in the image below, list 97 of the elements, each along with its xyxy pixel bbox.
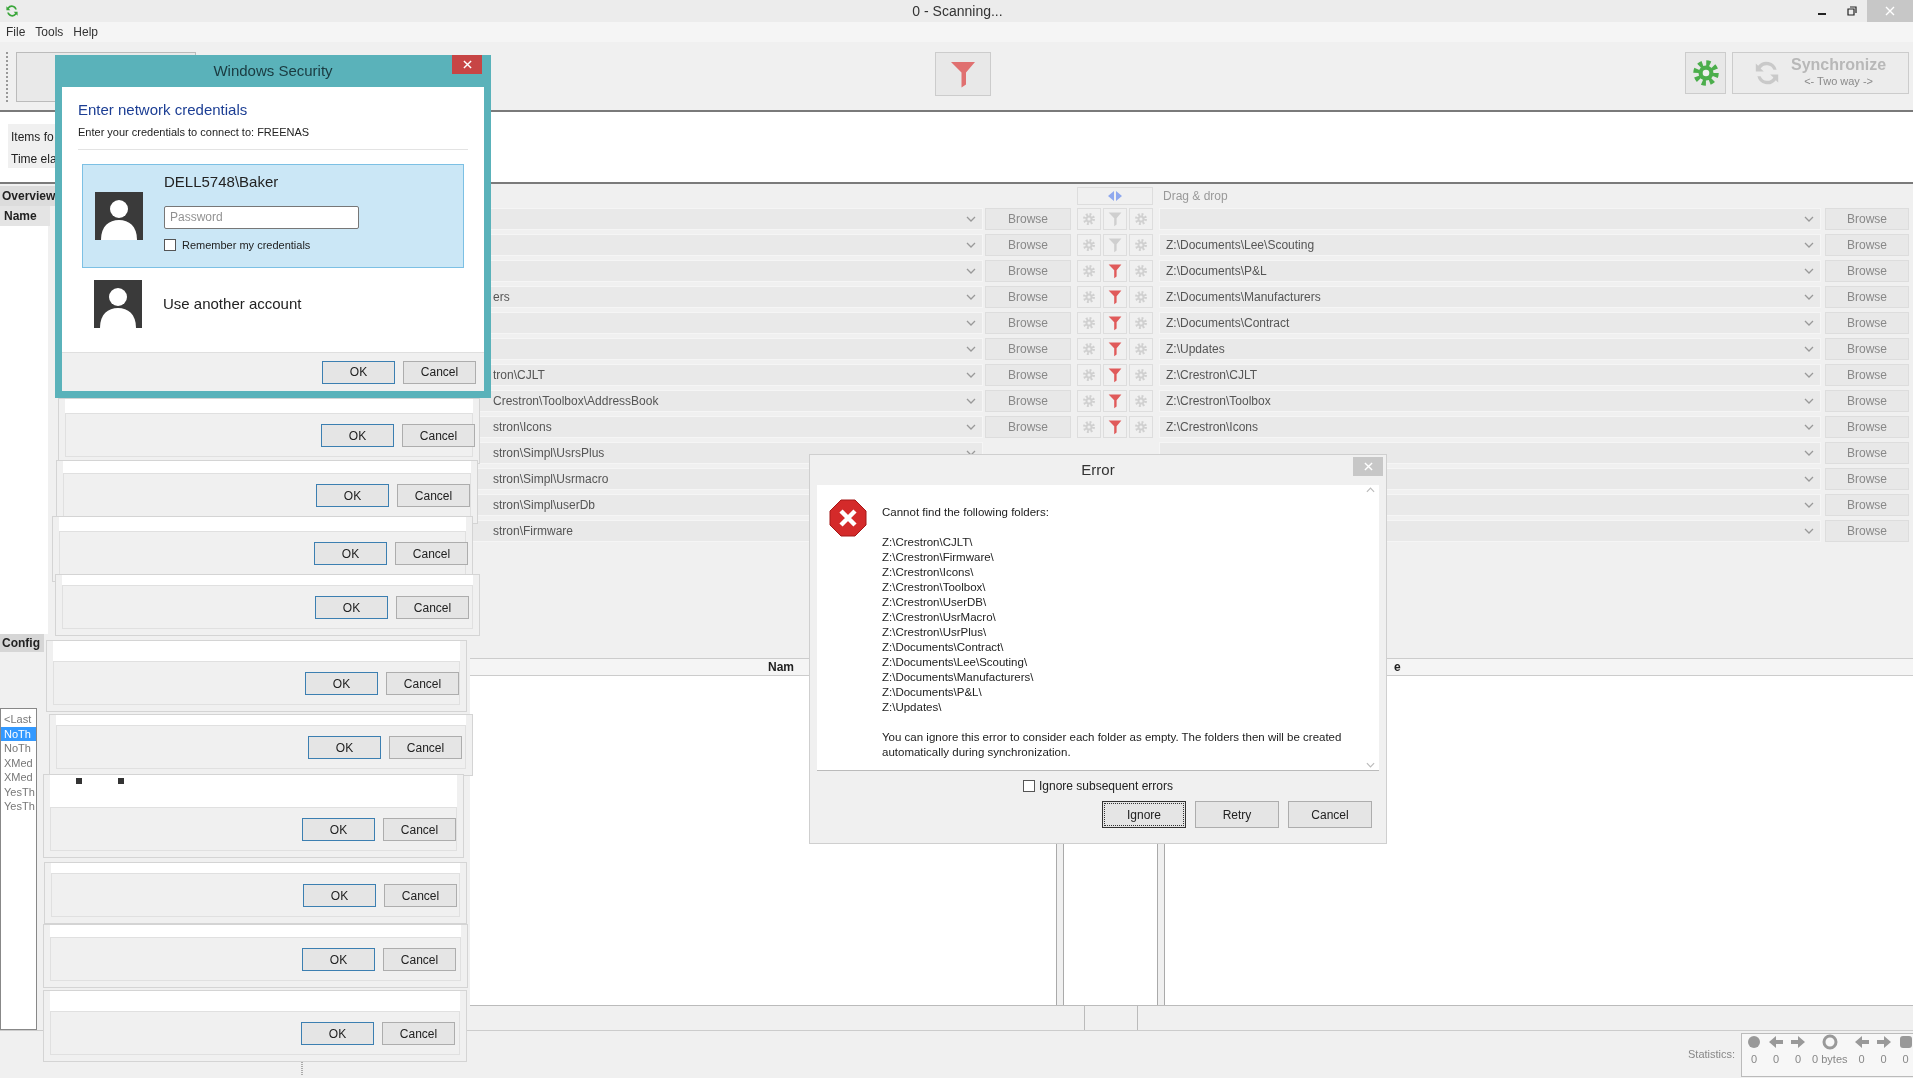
ok-button[interactable]: OK bbox=[303, 884, 376, 907]
path-text: Z:\Documents\Contract bbox=[1166, 315, 1290, 332]
dialog-subtitle: Enter your credentials to connect to: FREENAS bbox=[78, 123, 468, 150]
path-text: Z:\Documents\P&L bbox=[1166, 263, 1267, 280]
items-label: Items fo bbox=[11, 129, 55, 146]
statistic-count: 0 bbox=[1858, 1051, 1865, 1067]
ok-button[interactable]: OK bbox=[301, 1022, 374, 1045]
ok-button[interactable]: OK bbox=[314, 542, 387, 565]
overview-tab[interactable]: Overview bbox=[0, 186, 58, 206]
config-item[interactable]: <Last bbox=[1, 712, 36, 727]
account-tile[interactable]: Use another account bbox=[82, 278, 464, 330]
statistic-count: 0 bbox=[1773, 1051, 1780, 1067]
folder-path: Z:\Documents\Manufacturers\ bbox=[882, 670, 1035, 685]
cancel-button[interactable]: Cancel bbox=[397, 484, 470, 507]
folder-path-field[interactable]: Z:\Documents\Contract bbox=[1159, 312, 1821, 334]
path-text: Z:\Updates bbox=[1166, 341, 1225, 358]
menu-item[interactable]: Tools bbox=[35, 23, 64, 41]
ok-button[interactable]: OK bbox=[316, 484, 389, 507]
statistics-label: Statistics: bbox=[1688, 1047, 1736, 1063]
ok-button[interactable]: OK bbox=[322, 360, 395, 384]
path-text: stron\Icons bbox=[493, 419, 552, 436]
statistic-count: 0 bytes bbox=[1812, 1051, 1848, 1067]
drag-drop-label: Drag & drop bbox=[1163, 188, 1228, 205]
dialog-title: Error bbox=[1081, 459, 1115, 480]
path-text: Z:\Crestron\CJLT bbox=[1166, 367, 1258, 384]
cancel-button[interactable]: Cancel bbox=[384, 884, 457, 907]
column-header: Name bbox=[0, 206, 50, 226]
cancel-button[interactable]: Cancel bbox=[389, 736, 462, 759]
ok-button[interactable]: OK bbox=[308, 736, 381, 759]
cancel-button[interactable]: Cancel bbox=[386, 672, 459, 695]
column-header: Nam bbox=[768, 659, 794, 676]
cancel-button[interactable]: Cancel bbox=[402, 424, 475, 447]
sync-mode-label: <- Two way -> bbox=[1804, 74, 1873, 89]
folder-path: Z:\Crestron\Toolbox\ bbox=[882, 580, 987, 595]
cancel-button[interactable]: Cancel bbox=[382, 1022, 455, 1045]
folder-path: Z:\Documents\Lee\Scouting\ bbox=[882, 655, 1029, 670]
folder-path-field[interactable]: Z:\Crestron\CJLT bbox=[1159, 364, 1821, 386]
folder-path: Z:\Crestron\UsrMacro\ bbox=[882, 610, 997, 625]
folder-path: Z:\Crestron\Firmware\ bbox=[882, 550, 995, 565]
config-item[interactable]: YesTh bbox=[1, 799, 36, 814]
path-text: Z:\Crestron\Toolbox bbox=[1166, 393, 1271, 410]
path-text: stron\Simpl\UsrsPlus bbox=[493, 445, 605, 462]
password-field[interactable]: Password bbox=[164, 205, 359, 229]
path-text: Z:\Documents\Lee\Scouting bbox=[1166, 237, 1315, 254]
config-item[interactable]: NoTh bbox=[1, 741, 36, 756]
path-text: Crestron\Toolbox\AddressBook bbox=[493, 393, 659, 410]
config-header: Config bbox=[0, 634, 44, 652]
account-tile[interactable]: DELL5748\Baker Password Remember my credentials bbox=[82, 164, 464, 268]
path-text: Z:\Crestron\Icons bbox=[1166, 419, 1259, 436]
config-item[interactable]: YesTh bbox=[1, 784, 36, 799]
ok-button[interactable]: OK bbox=[321, 424, 394, 447]
ok-button[interactable]: OK bbox=[302, 818, 375, 841]
folder-path-field[interactable]: Z:\Crestron\Icons bbox=[1159, 416, 1821, 438]
ok-button[interactable]: OK bbox=[302, 948, 375, 971]
ok-button[interactable]: OK bbox=[315, 596, 388, 619]
dialog-button[interactable]: Retry bbox=[1195, 801, 1279, 828]
dialog-heading: Enter network credentials bbox=[78, 100, 249, 120]
folder-path-field[interactable]: Z:\Documents\Lee\Scouting bbox=[1159, 234, 1821, 256]
cancel-button[interactable]: Cancel bbox=[383, 818, 456, 841]
path-text: stron\Simpl\userDb bbox=[493, 497, 596, 514]
path-text: stron\Firmware bbox=[493, 523, 573, 540]
column-header: e bbox=[1394, 659, 1401, 676]
cancel-button[interactable]: Cancel bbox=[396, 596, 469, 619]
statistic-count: 0 bbox=[1880, 1051, 1887, 1067]
folder-path: Z:\Documents\Contract\ bbox=[882, 640, 1005, 655]
statistic-count: 0 bbox=[1795, 1051, 1802, 1067]
error-hint: You can ignore this error to consider each folder as empty. The folders then will be created automatically during synchronization. bbox=[882, 730, 1343, 760]
dialog-button[interactable]: Cancel bbox=[1288, 801, 1372, 828]
path-text: Z:\Documents\Manufacturers bbox=[1166, 289, 1321, 306]
menu-item[interactable]: Help bbox=[73, 23, 99, 41]
menu-item[interactable]: File bbox=[6, 23, 26, 41]
statistic-count: 0 bbox=[1751, 1051, 1758, 1067]
folder-path: Z:\Documents\P&L\ bbox=[882, 685, 983, 700]
path-text: stron\Simpl\Usrmacro bbox=[493, 471, 609, 488]
cancel-button[interactable]: Cancel bbox=[383, 948, 456, 971]
folder-path: Z:\Crestron\UsrPlus\ bbox=[882, 625, 988, 640]
folder-path-field[interactable]: Z:\Crestron\Toolbox bbox=[1159, 390, 1821, 412]
checkbox-label: Ignore subsequent errors bbox=[1038, 778, 1174, 795]
path-text: ers bbox=[493, 289, 510, 306]
folder-path-field[interactable]: Z:\Documents\Manufacturers bbox=[1159, 286, 1821, 308]
folder-path-field[interactable]: Z:\Updates bbox=[1159, 338, 1821, 360]
config-item[interactable]: XMed bbox=[1, 770, 36, 785]
user-name: DELL5748\Baker bbox=[164, 172, 280, 192]
dialog-button[interactable]: Ignore bbox=[1102, 801, 1186, 828]
ok-button[interactable]: OK bbox=[305, 672, 378, 695]
path-text: tron\CJLT bbox=[493, 367, 545, 384]
folder-path-field[interactable]: Z:\Documents\P&L bbox=[1159, 260, 1821, 282]
folder-path: Z:\Updates\ bbox=[882, 700, 943, 715]
dialog-title: Windows Security bbox=[213, 60, 333, 81]
statistic-count: 0 bbox=[1902, 1051, 1909, 1067]
window-title: 0 - Scanning... bbox=[911, 1, 1004, 21]
folder-path: Z:\Crestron\Icons\ bbox=[882, 565, 975, 580]
config-item[interactable]: XMed bbox=[1, 755, 36, 770]
cancel-button[interactable]: Cancel bbox=[403, 360, 476, 384]
checkbox-label: Remember my credentials bbox=[182, 237, 311, 253]
cancel-button[interactable]: Cancel bbox=[395, 542, 468, 565]
folder-path: Z:\Crestron\UserDB\ bbox=[882, 595, 988, 610]
